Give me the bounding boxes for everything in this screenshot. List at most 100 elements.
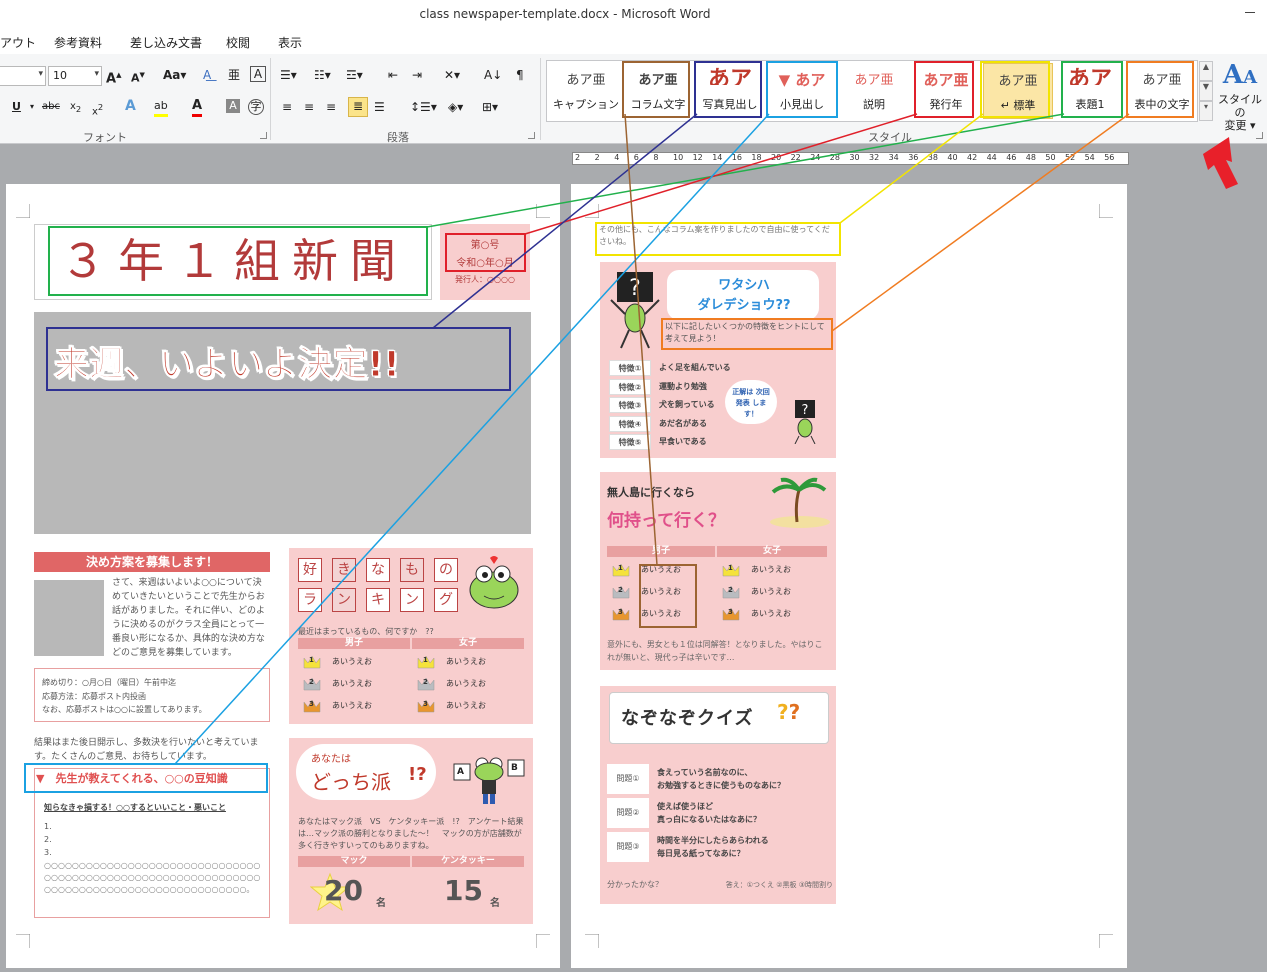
rank-entry[interactable]: あいうえお: [751, 586, 791, 597]
poll-text[interactable]: あなたはマック派 VS ケンタッキー派 !? アンケート結果は…マック派の勝利と…: [298, 816, 528, 852]
highlight-icon[interactable]: ab: [154, 98, 168, 117]
hint-text[interactable]: 以下に記したいくつかの特徴をヒントにして考えて見よう！: [665, 321, 829, 345]
recruit-title[interactable]: 決め方案を募集します！: [34, 552, 270, 572]
recruit-photo[interactable]: [34, 580, 104, 656]
text-effects-icon[interactable]: A: [125, 98, 136, 114]
char-shading-icon[interactable]: A: [226, 99, 240, 113]
borders-icon[interactable]: ⊞▾: [482, 99, 498, 115]
gallery-scroll-down-icon[interactable]: ▼: [1199, 81, 1213, 101]
issue-number[interactable]: 第○号: [446, 236, 524, 251]
rank-entry[interactable]: あいうえお: [332, 700, 372, 711]
phonetic-guide-icon[interactable]: 亜: [228, 67, 240, 83]
who-line-2[interactable]: ダレデショウ??: [671, 294, 817, 313]
char-border-icon[interactable]: A: [250, 66, 266, 82]
feature-text[interactable]: 運動より勉強: [659, 381, 707, 392]
feature-text[interactable]: よく足を組んでいる: [659, 362, 731, 373]
subscript-icon[interactable]: x2: [70, 99, 81, 117]
justify-icon[interactable]: ≣: [348, 97, 368, 117]
paragraph-dialog-launcher-icon[interactable]: [528, 132, 535, 139]
rank-entry[interactable]: あいうえお: [641, 586, 681, 597]
multilevel-list-icon[interactable]: ☲▾: [346, 67, 363, 83]
font-size-combo[interactable]: 10 ▾: [48, 66, 102, 86]
tab-layout[interactable]: アウト: [0, 34, 36, 51]
decrease-indent-icon[interactable]: ⇤: [388, 67, 398, 83]
rank-entry[interactable]: あいうえお: [751, 608, 791, 619]
feature-text[interactable]: あだ名がある: [659, 418, 707, 429]
minimize-icon[interactable]: [1245, 12, 1255, 13]
rank-entry[interactable]: あいうえお: [332, 656, 372, 667]
font-name-combo[interactable]: ▾: [0, 66, 46, 86]
grow-font-icon[interactable]: A▲: [106, 67, 121, 87]
numbering-icon[interactable]: ☷▾: [314, 67, 331, 83]
quiz-question-line[interactable]: 時間を半分にしたらあらわれる: [657, 835, 769, 846]
underline-icon[interactable]: U: [12, 99, 21, 115]
increase-indent-icon[interactable]: ⇥: [412, 67, 422, 83]
style-issue-year[interactable]: あア亜 発行年: [911, 63, 981, 119]
island-title[interactable]: 無人島に行くなら: [607, 484, 695, 500]
distributed-icon[interactable]: ☰: [374, 99, 385, 115]
recruit-body[interactable]: さて、来週はいよいよ○○について決めていきたいということで先生からお話がありまし…: [112, 576, 270, 660]
font-dialog-launcher-icon[interactable]: [260, 132, 267, 139]
rank-entry[interactable]: あいうえお: [446, 700, 486, 711]
tab-view[interactable]: 表示: [278, 34, 302, 51]
headline[interactable]: 来週、いよいよ決定!!: [54, 336, 514, 387]
strikethrough-icon[interactable]: abc: [42, 99, 60, 115]
rank-entry[interactable]: あいうえお: [641, 608, 681, 619]
show-marks-icon[interactable]: ¶: [516, 67, 524, 83]
newspaper-title[interactable]: ３年１組新聞: [50, 228, 428, 294]
tab-references[interactable]: 参考資料: [54, 34, 102, 51]
style-subheading[interactable]: ▼ あア 小見出し: [767, 63, 837, 119]
feature-text[interactable]: 早食いである: [659, 436, 707, 447]
rank-entry[interactable]: あいうえお: [332, 678, 372, 689]
quiz-question-line[interactable]: 真っ白になるいたはなあに？: [657, 814, 761, 825]
island-subtitle[interactable]: 何持って行く？: [607, 506, 725, 531]
rank-entry[interactable]: あいうえお: [641, 564, 681, 575]
quiz-question-line[interactable]: 使えば使うほど: [657, 801, 713, 812]
style-photo-heading[interactable]: あア 写真見出し: [695, 63, 765, 119]
styles-dialog-launcher-icon[interactable]: [1256, 132, 1263, 139]
intro-text[interactable]: その他にも、こんなコラム案を作りましたので自由に使ってくださいね。: [599, 224, 835, 248]
line-spacing-icon[interactable]: ↕☰▾: [410, 99, 437, 115]
gallery-scroll-up-icon[interactable]: ▲: [1199, 61, 1213, 81]
island-text[interactable]: 意外にも、男女とも１位は同解答！となりました。やはりこれが無いと、現代っ子は辛い…: [607, 638, 829, 664]
enclose-char-icon[interactable]: 字: [248, 99, 264, 115]
change-case-icon[interactable]: Aa▾: [163, 67, 186, 83]
bullets-icon[interactable]: ☰▾: [280, 67, 297, 83]
horizontal-ruler[interactable]: 2 2 4 6 8 10 12 14 16 18 20 22 24 28 30 32 34 36 38 40 42 44 4…: [572, 152, 1129, 165]
align-right-icon[interactable]: ≡: [326, 99, 336, 115]
change-styles-button[interactable]: AA スタイルの 変更 ▾: [1216, 60, 1264, 132]
who-line-1[interactable]: ワタシハ: [671, 274, 817, 293]
rank-entry[interactable]: あいうえお: [446, 678, 486, 689]
style-column-text[interactable]: あア亜 コラム文字: [623, 63, 693, 119]
result-text[interactable]: 結果はまた後日開示し、多数決を行いたいと考えています。たくさんのご意見、お待ちし…: [34, 736, 270, 764]
quiz-question-line[interactable]: 食えっていう名前なのに、: [657, 767, 752, 778]
shrink-font-icon[interactable]: A▼: [131, 67, 145, 87]
issue-date[interactable]: 令和○年○月: [446, 254, 524, 269]
feature-text[interactable]: 犬を飼っている: [659, 399, 715, 410]
style-caption[interactable]: あア亜 キャプション: [551, 63, 621, 119]
gallery-more-icon[interactable]: ▾: [1199, 101, 1213, 121]
ruler-tick: 8: [653, 153, 659, 162]
poll-big-text[interactable]: どっち派: [311, 766, 391, 795]
shading-icon[interactable]: ◈▾: [448, 99, 463, 115]
style-normal[interactable]: あア亜 ↵ 標準: [983, 63, 1053, 119]
underline-dropdown-icon[interactable]: ▾: [30, 99, 34, 115]
superscript-icon[interactable]: x2: [92, 99, 103, 120]
clear-format-icon[interactable]: A͟: [203, 67, 211, 83]
rank-entry[interactable]: あいうえお: [446, 656, 486, 667]
align-center-icon[interactable]: ≡: [304, 99, 314, 115]
style-title1[interactable]: あア 表題1: [1055, 63, 1125, 119]
quiz-question-line[interactable]: お勉強するときに使うものなあに？: [657, 780, 785, 791]
trivia-title[interactable]: ▼ 先生が教えてくれる、○○の豆知識: [36, 770, 266, 786]
quiz-question-line[interactable]: 毎日見る紙ってなあに？: [657, 848, 745, 859]
sort-icon[interactable]: A↓: [484, 67, 502, 83]
font-color-icon[interactable]: A: [192, 98, 203, 117]
tab-review[interactable]: 校閲: [226, 34, 250, 51]
tab-mailings[interactable]: 差し込み文書: [130, 34, 202, 51]
asian-layout-icon[interactable]: ✕▾: [444, 67, 460, 83]
style-description[interactable]: あア亜 説明: [839, 63, 909, 119]
quiz-title[interactable]: なぞなぞクイズ: [621, 704, 753, 730]
align-left-icon[interactable]: ≡: [282, 99, 292, 115]
style-table-text[interactable]: あア亜 表中の文字: [1127, 63, 1197, 119]
rank-entry[interactable]: あいうえお: [751, 564, 791, 575]
